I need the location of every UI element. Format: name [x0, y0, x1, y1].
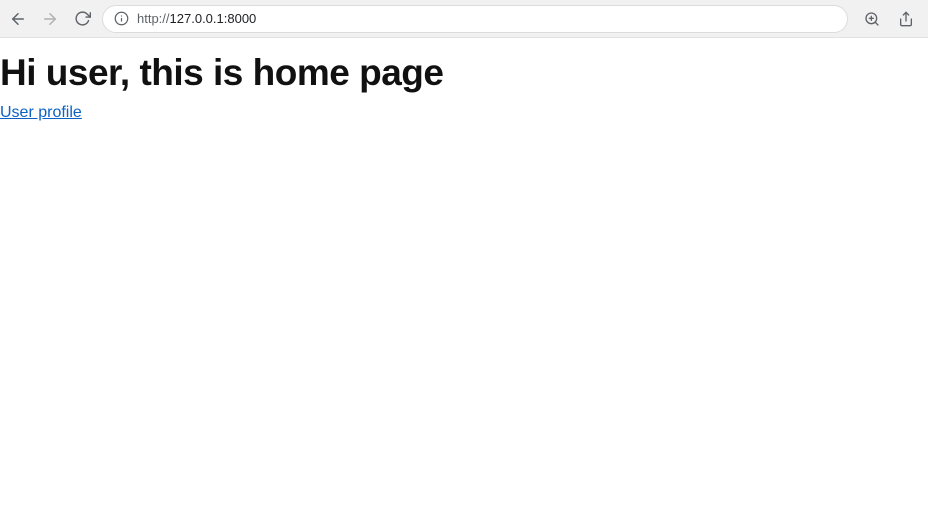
arrow-left-icon	[9, 10, 27, 28]
page-content: Hi user, this is home page User profile	[0, 52, 928, 122]
address-bar[interactable]: http://127.0.0.1:8000	[102, 5, 848, 33]
arrow-right-icon	[41, 10, 59, 28]
forward-button[interactable]	[38, 7, 62, 31]
share-icon	[898, 11, 914, 27]
toolbar-right-group	[856, 7, 922, 31]
url-host: 127.0.0.1:8000	[170, 11, 257, 26]
browser-toolbar: http://127.0.0.1:8000	[0, 0, 928, 38]
reload-button[interactable]	[70, 7, 94, 31]
share-button[interactable]	[894, 7, 918, 31]
url-text: http://127.0.0.1:8000	[137, 11, 837, 26]
zoom-button[interactable]	[860, 7, 884, 31]
back-button[interactable]	[6, 7, 30, 31]
url-protocol: http://	[137, 11, 170, 26]
user-profile-link[interactable]: User profile	[0, 104, 82, 121]
zoom-icon	[864, 11, 880, 27]
reload-icon	[74, 10, 91, 27]
info-icon	[113, 11, 129, 27]
page-title: Hi user, this is home page	[0, 52, 928, 94]
